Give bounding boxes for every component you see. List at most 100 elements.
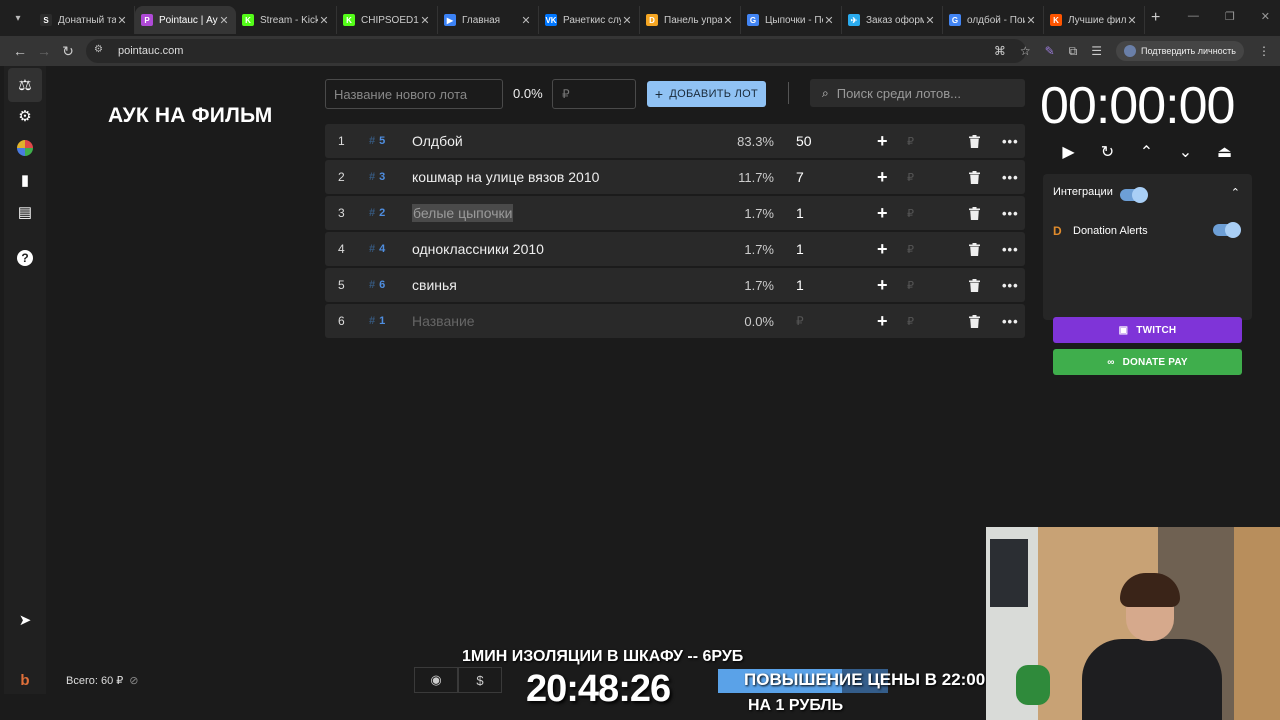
add-amount-icon[interactable]: + — [877, 160, 888, 194]
delete-trash-icon[interactable] — [969, 160, 980, 194]
translate-icon[interactable]: ⌘ — [994, 44, 1006, 58]
delete-trash-icon[interactable] — [969, 124, 980, 158]
donate-pay-button[interactable]: ∞ DONATE PAY — [1053, 349, 1242, 375]
reload-icon[interactable]: ↻ — [56, 43, 80, 60]
donate-dollar-icon[interactable]: $ — [458, 667, 502, 693]
wheel-icon[interactable] — [15, 138, 35, 158]
add-amount-icon[interactable]: + — [877, 232, 888, 266]
tab-title: Главная — [462, 14, 501, 26]
more-options-icon[interactable]: ••• — [1002, 196, 1019, 230]
reading-list-icon[interactable]: ☰ — [1091, 44, 1102, 58]
auction-timer: 00:00:00 — [1040, 77, 1235, 135]
chevron-down-icon[interactable]: ⌄ — [1177, 142, 1194, 162]
browser-tab[interactable]: K Stream - Kick ✕ — [236, 6, 337, 34]
new-tab-icon[interactable]: + — [1151, 9, 1160, 27]
tab-close-icon[interactable]: ✕ — [116, 14, 128, 27]
amount-input[interactable]: ₽ — [907, 232, 914, 266]
tab-close-icon[interactable]: ✕ — [520, 14, 532, 27]
extension-pen-icon[interactable]: ✎ — [1045, 44, 1055, 58]
lot-name-input[interactable]: свинья — [412, 268, 457, 302]
more-options-icon[interactable]: ••• — [1002, 124, 1019, 158]
amount-input[interactable]: ₽ — [907, 268, 914, 302]
webcam-person-body — [1082, 639, 1222, 720]
browser-tab[interactable]: D Панель управ ✕ — [640, 6, 741, 34]
amount-input[interactable]: ₽ — [907, 304, 914, 338]
tab-close-icon[interactable]: ✕ — [823, 14, 835, 27]
tab-search-icon[interactable]: ▾ — [8, 8, 28, 28]
extensions-icon[interactable]: ⧉ — [1069, 44, 1078, 59]
tab-close-icon[interactable]: ✕ — [318, 14, 330, 27]
lot-name-input[interactable]: кошмар на улице вязов 2010 — [412, 160, 599, 194]
tab-close-icon[interactable]: ✕ — [924, 14, 936, 27]
more-options-icon[interactable]: ••• — [1002, 232, 1019, 266]
tab-close-icon[interactable]: ✕ — [621, 14, 633, 27]
integrations-toggle[interactable] — [1120, 187, 1148, 203]
add-lot-button[interactable]: + ДОБАВИТЬ ЛОТ — [647, 81, 766, 107]
browser-tab[interactable]: S Донатный тай✕ — [34, 6, 135, 34]
more-options-icon[interactable]: ••• — [1002, 160, 1019, 194]
lot-row: 4 #4 одноклассники 2010 1.7% 1 + ₽ ••• — [325, 232, 1025, 266]
url-field[interactable]: ⚙ pointauc.com — [86, 39, 1026, 63]
tab-close-icon[interactable]: ✕ — [419, 14, 431, 27]
tab-close-icon[interactable]: ✕ — [218, 14, 230, 27]
boosty-icon[interactable]: b — [15, 670, 35, 690]
tab-close-icon[interactable]: ✕ — [1025, 14, 1037, 27]
amount-input[interactable]: ₽ — [907, 196, 914, 230]
back-icon[interactable]: ← — [8, 43, 32, 59]
browser-menu-icon[interactable]: ⋮ — [1258, 44, 1270, 58]
minimize-icon[interactable]: — — [1188, 10, 1199, 23]
tab-title: Донатный тай — [58, 14, 116, 26]
history-clipboard-icon[interactable]: ▤ — [15, 202, 35, 222]
browser-tab[interactable]: K Лучшие филь ✕ — [1044, 6, 1145, 34]
tab-close-icon[interactable]: ✕ — [722, 14, 734, 27]
browser-tab[interactable]: Gолдбой - Поис✕ — [943, 6, 1044, 34]
help-icon[interactable]: ? — [15, 248, 35, 268]
more-options-icon[interactable]: ••• — [1002, 304, 1019, 338]
telegram-icon[interactable]: ➤ — [15, 610, 35, 630]
eject-icon[interactable]: ⏏ — [1216, 142, 1233, 162]
lot-name-input[interactable]: белые цыпочки — [412, 196, 514, 230]
lot-name-input[interactable]: Олдбой — [412, 124, 463, 158]
chevron-up-icon[interactable]: ⌃ — [1138, 142, 1155, 162]
forward-icon[interactable]: → — [32, 43, 56, 59]
add-amount-icon[interactable]: + — [877, 304, 888, 338]
hide-eye-icon[interactable]: ⊘ — [129, 674, 138, 687]
browser-tab[interactable]: G Цыпочки - По ✕ — [741, 6, 842, 34]
new-lot-name-input[interactable]: Название нового лота — [325, 79, 503, 109]
delete-trash-icon[interactable] — [969, 304, 980, 338]
lot-id-value: 4 — [379, 243, 386, 255]
play-icon[interactable]: ▶ — [1060, 142, 1077, 162]
delete-trash-icon[interactable] — [969, 268, 980, 302]
browser-tab[interactable]: ✈ Заказ оформл✕ — [842, 6, 943, 34]
lot-name-input[interactable]: одноклассники 2010 — [412, 232, 544, 266]
chevron-up-icon[interactable]: ⌃ — [1231, 186, 1240, 199]
site-settings-icon[interactable]: ⚙ — [94, 44, 108, 58]
browser-tab[interactable]: VK Ранеткис слуш✕ — [539, 6, 640, 34]
profile-button[interactable]: Подтвердить личность — [1116, 41, 1244, 61]
tab-close-icon[interactable]: ✕ — [1126, 14, 1138, 27]
close-window-icon[interactable]: ✕ — [1261, 10, 1270, 23]
lot-name-input[interactable]: Название — [412, 304, 475, 338]
amount-input[interactable]: ₽ — [907, 160, 914, 194]
github-icon[interactable]: ◉ — [414, 667, 458, 693]
browser-tab[interactable]: ▶ Главная ✕ — [438, 6, 539, 34]
auction-gavel-icon[interactable]: ⚖ — [8, 68, 42, 102]
restore-icon[interactable]: ❐ — [1225, 10, 1235, 23]
twitch-button[interactable]: ▣ TWITCH — [1053, 317, 1242, 343]
amount-input[interactable]: ₽ — [907, 124, 914, 158]
new-lot-amount-input[interactable]: ₽ — [552, 79, 636, 109]
lot-search-input[interactable]: ⌕ Поиск среди лотов... — [810, 79, 1025, 107]
more-options-icon[interactable]: ••• — [1002, 268, 1019, 302]
donation-alerts-toggle[interactable] — [1213, 222, 1241, 238]
delete-trash-icon[interactable] — [969, 232, 980, 266]
reset-icon[interactable]: ↻ — [1099, 142, 1116, 162]
browser-tab[interactable]: P Pointauc | Аук ✕ — [135, 6, 236, 34]
add-amount-icon[interactable]: + — [877, 268, 888, 302]
settings-icon[interactable]: ⚙ — [15, 106, 35, 126]
add-amount-icon[interactable]: + — [877, 124, 888, 158]
delete-trash-icon[interactable] — [969, 196, 980, 230]
bookmark-star-icon[interactable]: ☆ — [1020, 44, 1031, 58]
add-amount-icon[interactable]: + — [877, 196, 888, 230]
browser-tab[interactable]: K CHIPSOED196✕ — [337, 6, 438, 34]
statistics-icon[interactable]: ▮ — [15, 170, 35, 190]
